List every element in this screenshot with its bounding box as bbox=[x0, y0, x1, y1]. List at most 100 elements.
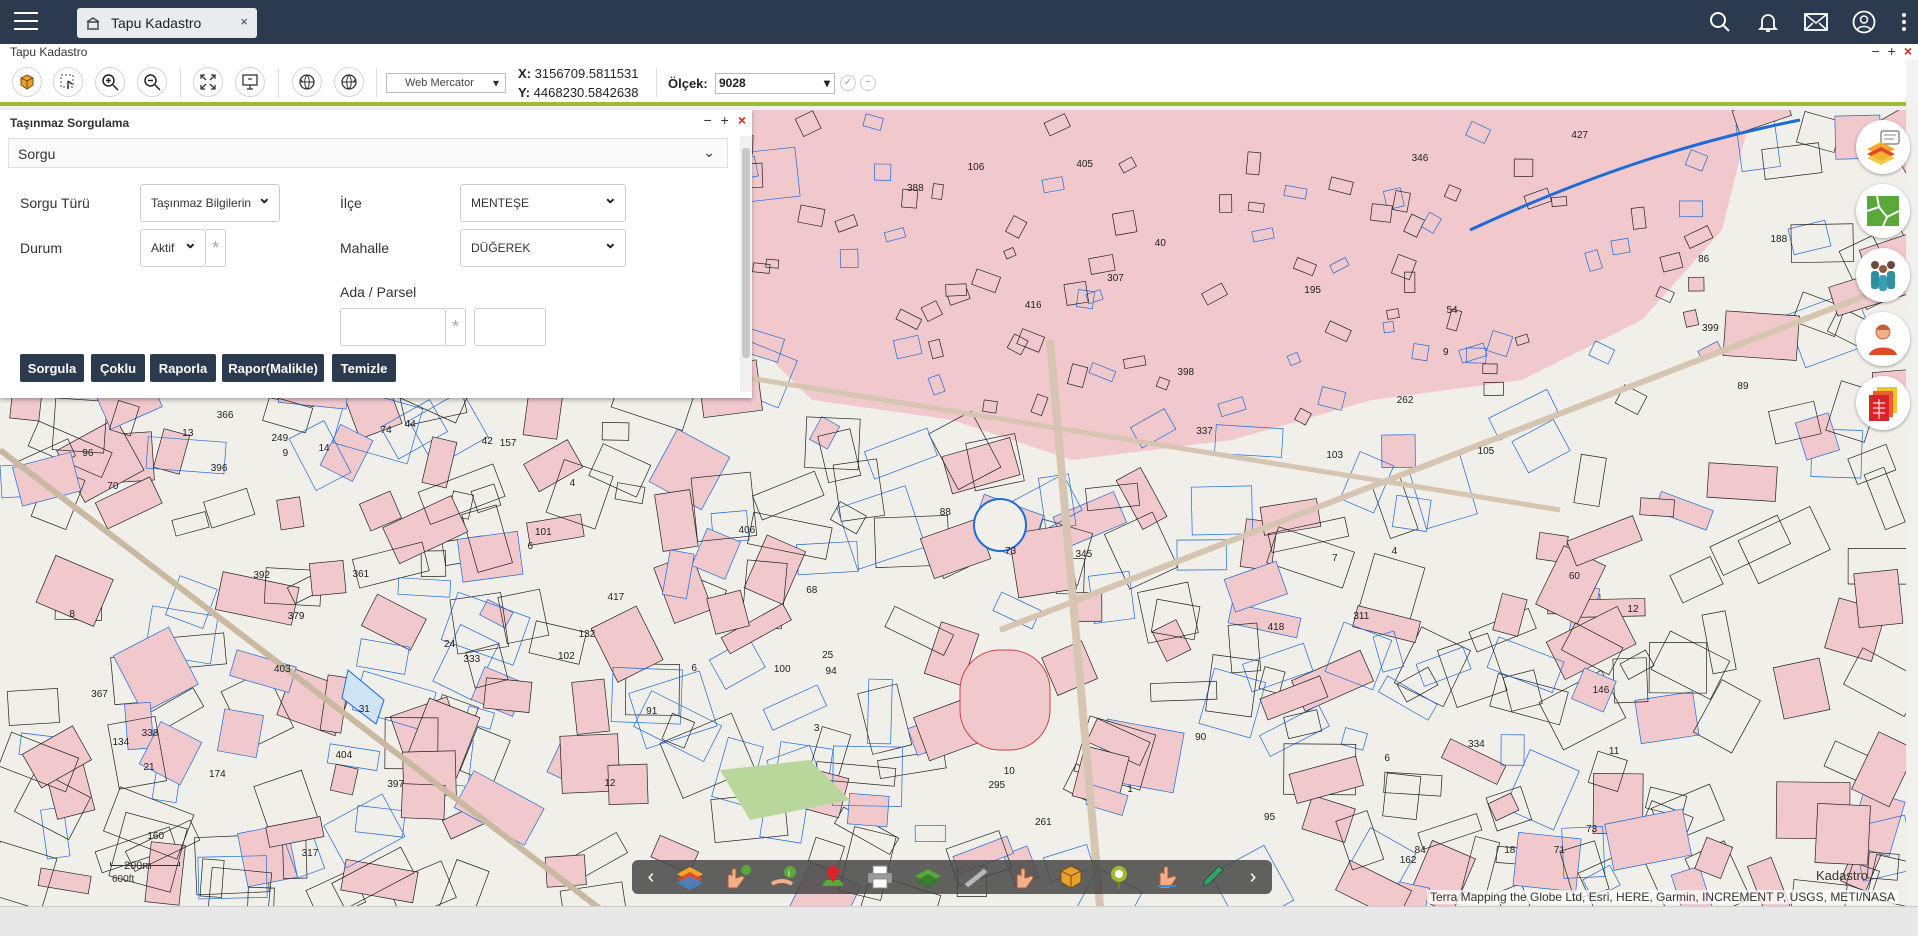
parcel bbox=[1370, 203, 1393, 223]
parcel bbox=[1111, 210, 1138, 236]
printer-icon bbox=[868, 865, 893, 889]
user-icon[interactable] bbox=[1852, 10, 1876, 34]
print-tool[interactable] bbox=[863, 862, 899, 892]
scale-cancel-button[interactable]: − bbox=[860, 75, 876, 91]
parcel bbox=[931, 183, 944, 200]
parcel-number: 416 bbox=[1024, 299, 1042, 311]
parcel-number: 10 bbox=[1003, 765, 1015, 777]
edit-tool[interactable] bbox=[1196, 862, 1232, 892]
parcel bbox=[1682, 309, 1700, 328]
previous-extent-button[interactable] bbox=[292, 67, 322, 97]
reports-widget[interactable] bbox=[1856, 376, 1910, 430]
raporla-button[interactable]: Raporla bbox=[150, 354, 216, 382]
window-maximize-button[interactable]: + bbox=[1888, 43, 1896, 59]
zoom-in-button[interactable] bbox=[95, 67, 125, 97]
durum-select[interactable]: Aktif bbox=[140, 229, 206, 267]
strip-prev-icon[interactable]: ‹ bbox=[642, 866, 660, 889]
parcel bbox=[1650, 630, 1731, 700]
panel-minimize-button[interactable]: − bbox=[703, 112, 711, 128]
panel-scrollbar[interactable] bbox=[740, 136, 752, 392]
panel-maximize-button[interactable]: + bbox=[721, 112, 729, 128]
hand-draw-icon bbox=[1016, 868, 1034, 889]
durum-clear-icon[interactable]: * bbox=[206, 229, 226, 267]
parcel-number: 418 bbox=[1267, 622, 1285, 634]
box-select-button[interactable] bbox=[12, 67, 42, 97]
next-extent-button[interactable] bbox=[334, 67, 364, 97]
search-icon[interactable] bbox=[1708, 10, 1732, 34]
parcel bbox=[1283, 709, 1323, 740]
print-screen-button[interactable] bbox=[235, 67, 265, 97]
bell-icon[interactable] bbox=[1756, 10, 1780, 34]
locate-tool[interactable] bbox=[815, 862, 851, 892]
panel-close-button[interactable]: × bbox=[738, 112, 746, 128]
chevron-down-icon[interactable]: ⌄ bbox=[703, 144, 715, 161]
info-tool[interactable]: i bbox=[767, 862, 803, 892]
layer-name-label: Kadastro bbox=[1816, 868, 1869, 883]
parcel-number: 345 bbox=[1075, 549, 1093, 561]
tab-close-icon[interactable]: × bbox=[240, 14, 248, 29]
parcel-map-icon bbox=[1866, 195, 1900, 227]
panel-title: Taşınmaz Sorgulama bbox=[10, 116, 130, 130]
sorgula-button[interactable]: Sorgula bbox=[20, 354, 84, 382]
hamburger-icon[interactable] bbox=[14, 12, 38, 32]
zoom-out-button[interactable] bbox=[137, 67, 167, 97]
ilce-label: İlçe bbox=[340, 195, 362, 211]
basemap-tool[interactable] bbox=[910, 862, 946, 892]
window-minimize-button[interactable]: − bbox=[1871, 43, 1879, 59]
rapor-malikle-button[interactable]: Rapor(Malikle) bbox=[222, 354, 324, 382]
layer-list-widget[interactable] bbox=[1856, 120, 1910, 174]
select-tool[interactable] bbox=[1149, 862, 1185, 892]
x-label: X: bbox=[518, 66, 531, 81]
projection-select[interactable]: Web Mercator bbox=[386, 73, 506, 93]
parcel-number: 74 bbox=[380, 425, 392, 437]
parcel bbox=[1223, 560, 1288, 613]
hand-pointer-icon bbox=[1157, 866, 1177, 889]
parcel-number: 406 bbox=[738, 525, 756, 537]
parcel bbox=[420, 550, 447, 577]
ada-input[interactable] bbox=[340, 308, 446, 346]
ilce-select[interactable]: MENTEŞE bbox=[460, 184, 626, 222]
mail-icon[interactable] bbox=[1804, 10, 1828, 34]
draw-tool[interactable] bbox=[1006, 862, 1042, 892]
parcel bbox=[829, 501, 867, 535]
3d-tool[interactable] bbox=[1053, 862, 1089, 892]
sorgu-turu-select[interactable]: Taşınmaz Bilgilerin bbox=[140, 184, 280, 222]
strip-next-icon[interactable]: › bbox=[1244, 866, 1262, 889]
app-tab[interactable]: Tapu Kadastro × bbox=[77, 8, 257, 38]
temizle-button[interactable]: Temizle bbox=[332, 354, 396, 382]
hand-info-point-icon: i bbox=[770, 866, 797, 886]
owners-widget[interactable] bbox=[1856, 248, 1910, 302]
parcel-number: 101 bbox=[535, 526, 552, 538]
page-scrollbar[interactable] bbox=[1906, 60, 1918, 106]
pan-button[interactable] bbox=[53, 67, 83, 97]
location-tool[interactable] bbox=[1101, 862, 1137, 892]
parcel-number: 337 bbox=[1196, 426, 1213, 438]
parcel bbox=[941, 437, 1021, 495]
parcel bbox=[614, 482, 646, 505]
parcel bbox=[12, 451, 82, 507]
measure-tool[interactable] bbox=[958, 862, 994, 892]
window-close-button[interactable]: × bbox=[1904, 43, 1912, 59]
sorgu-accordion[interactable]: Sorgu ⌄ bbox=[8, 138, 728, 168]
parcel bbox=[1488, 388, 1559, 441]
y-coordinate: 4468230.5842638 bbox=[533, 85, 639, 100]
more-vertical-icon[interactable] bbox=[1900, 10, 1908, 34]
parcel-widget[interactable] bbox=[1856, 184, 1910, 238]
box-icon bbox=[1060, 865, 1082, 889]
scale-apply-button[interactable]: ✓ bbox=[840, 75, 856, 91]
parsel-input[interactable] bbox=[474, 308, 546, 346]
identify-tool[interactable] bbox=[720, 862, 756, 892]
layers-tool[interactable] bbox=[672, 862, 708, 892]
mahalle-select[interactable]: DÜĞEREK bbox=[460, 229, 626, 267]
user-widget[interactable] bbox=[1856, 312, 1910, 366]
parcel bbox=[1198, 667, 1267, 739]
parcel bbox=[308, 560, 347, 597]
parcel bbox=[1706, 462, 1778, 502]
scale-input[interactable]: 9028 bbox=[715, 73, 835, 94]
target-pin-icon bbox=[1110, 866, 1127, 889]
horizontal-scrollbar[interactable] bbox=[0, 906, 1918, 936]
full-extent-button[interactable] bbox=[193, 67, 223, 97]
ada-clear-icon[interactable]: * bbox=[446, 308, 466, 346]
coklu-button[interactable]: Çoklu bbox=[91, 354, 145, 382]
parcel-number: 403 bbox=[274, 664, 291, 676]
